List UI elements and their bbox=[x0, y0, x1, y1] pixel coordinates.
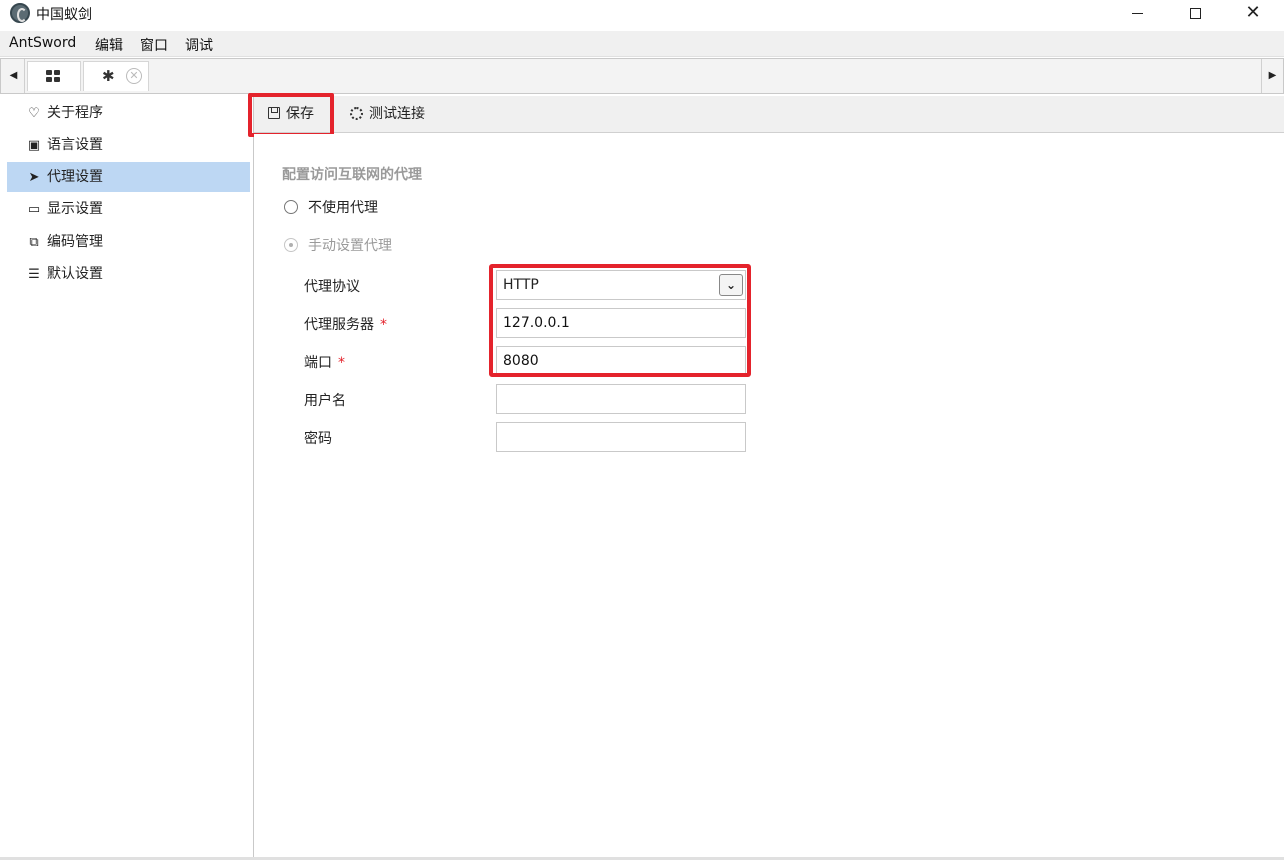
server-label-text: 代理服务器 bbox=[304, 317, 374, 333]
fields-highlight-box bbox=[489, 264, 751, 377]
proxy-settings-panel: 配置访问互联网的代理 不使用代理 手动设置代理 代理协议 HTTP ⌄ 代理服务… bbox=[254, 134, 1284, 858]
required-mark: * bbox=[338, 355, 345, 371]
test-connection-label: 测试连接 bbox=[369, 106, 425, 122]
sidebar-item-language[interactable]: ▣ 语言设置 bbox=[7, 130, 250, 160]
code-file-icon: ⧉ bbox=[29, 235, 39, 250]
close-button[interactable]: ✕ bbox=[1224, 0, 1282, 28]
password-input[interactable] bbox=[496, 422, 746, 452]
radio-no-proxy[interactable]: 不使用代理 bbox=[284, 196, 378, 220]
required-mark: * bbox=[380, 317, 387, 333]
sidebar-item-label: 关于程序 bbox=[47, 105, 103, 121]
spinner-icon bbox=[350, 107, 363, 120]
sidebar-item-proxy[interactable]: ➤ 代理设置 bbox=[7, 162, 250, 192]
monitor-icon: ▭ bbox=[27, 202, 41, 217]
menu-debug[interactable]: 调试 bbox=[185, 35, 213, 55]
menu-bar: AntSword 编辑 窗口 调试 bbox=[0, 31, 1284, 57]
radio-circle[interactable] bbox=[284, 238, 298, 252]
test-connection-button[interactable]: 测试连接 bbox=[350, 102, 425, 126]
radio-label: 不使用代理 bbox=[308, 200, 378, 216]
tab-dashboard[interactable] bbox=[27, 61, 81, 91]
tab-scroll-left-button[interactable]: ◀ bbox=[3, 59, 25, 93]
toolbar: 保存 测试连接 bbox=[254, 96, 1284, 133]
port-label-text: 端口 bbox=[304, 355, 332, 371]
radio-manual-proxy[interactable]: 手动设置代理 bbox=[284, 234, 392, 258]
minimize-icon bbox=[1131, 13, 1143, 14]
title-bar: 中国蚁剑 ✕ bbox=[0, 0, 1284, 28]
sidebar-item-label: 语言设置 bbox=[47, 137, 103, 153]
menu-edit[interactable]: 编辑 bbox=[95, 35, 123, 55]
sidebar-item-label: 显示设置 bbox=[47, 201, 103, 217]
gear-icon: ✱ bbox=[102, 67, 115, 85]
sidebar-item-display[interactable]: ▭ 显示设置 bbox=[7, 194, 250, 224]
menu-antsword[interactable]: AntSword bbox=[9, 35, 76, 51]
minimize-button[interactable] bbox=[1108, 0, 1166, 28]
username-label: 用户名 bbox=[304, 393, 346, 409]
port-label: 端口 * bbox=[304, 352, 345, 372]
username-input[interactable] bbox=[496, 384, 746, 414]
radio-label: 手动设置代理 bbox=[308, 238, 392, 254]
paper-plane-icon: ➤ bbox=[28, 170, 40, 185]
tab-scroll-right-button[interactable]: ▶ bbox=[1261, 59, 1283, 93]
sliders-icon: ☰ bbox=[28, 267, 40, 282]
sidebar-item-label: 默认设置 bbox=[47, 266, 103, 282]
protocol-label: 代理协议 bbox=[304, 279, 360, 295]
tab-settings[interactable]: ✱ ✕ bbox=[83, 61, 149, 91]
antsword-logo-icon bbox=[10, 3, 30, 23]
menu-window[interactable]: 窗口 bbox=[140, 35, 168, 55]
server-label: 代理服务器 * bbox=[304, 314, 387, 334]
save-highlight-box bbox=[248, 93, 334, 137]
language-icon: ▣ bbox=[27, 138, 41, 153]
window-title: 中国蚁剑 bbox=[36, 7, 92, 23]
maximize-button[interactable] bbox=[1166, 0, 1224, 28]
heart-icon: ♡ bbox=[28, 106, 40, 121]
grid-icon bbox=[46, 70, 60, 82]
close-icon: ✕ bbox=[1245, 2, 1261, 23]
tab-bar: ◀ ✱ ✕ ▶ bbox=[0, 58, 1284, 94]
radio-circle[interactable] bbox=[284, 200, 298, 214]
sidebar-item-defaults[interactable]: ☰ 默认设置 bbox=[7, 259, 250, 289]
password-label: 密码 bbox=[304, 431, 332, 447]
sidebar-item-label: 编码管理 bbox=[47, 234, 103, 250]
maximize-icon bbox=[1189, 8, 1201, 19]
sidebar-item-about[interactable]: ♡ 关于程序 bbox=[7, 98, 250, 128]
section-title: 配置访问互联网的代理 bbox=[282, 167, 422, 183]
sidebar-item-label: 代理设置 bbox=[47, 169, 103, 185]
sidebar-item-encoding[interactable]: ⧉ 编码管理 bbox=[7, 227, 250, 257]
close-circle-icon[interactable]: ✕ bbox=[126, 68, 142, 84]
settings-sidebar: ♡ 关于程序 ▣ 语言设置 ➤ 代理设置 ▭ 显示设置 ⧉ 编码管理 ☰ 默认设置 bbox=[6, 96, 251, 860]
